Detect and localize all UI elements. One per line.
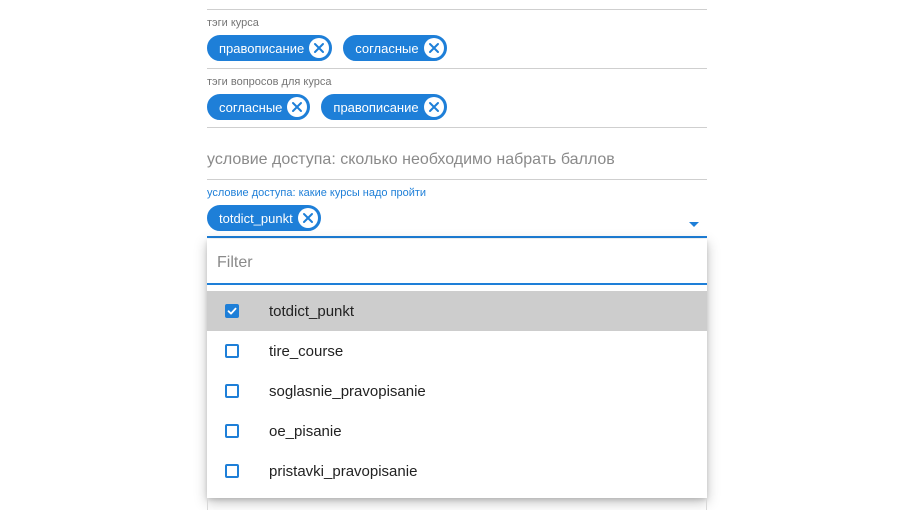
filter-input[interactable] [207,239,707,285]
chip-label: правописание [333,99,419,115]
remove-chip-icon[interactable] [423,38,444,58]
access-courses-underline [207,236,707,238]
checkbox-unchecked[interactable] [225,424,239,438]
option-label: soglasnie_pravopisanie [269,382,426,400]
option-label: oe_pisanie [269,422,342,440]
option-item[interactable]: soglasnie_pravopisanie [207,371,707,411]
remove-chip-icon[interactable] [309,38,330,58]
course-tags-chips: правописание согласные [207,35,447,61]
access-courses-chips[interactable]: totdict_punkt [207,205,321,231]
question-tags-chips: согласные правописание [207,94,447,120]
option-item[interactable]: oe_pisanie [207,411,707,451]
checkbox-unchecked[interactable] [225,384,239,398]
question-tags-divider [207,127,707,128]
below-left-edge [207,498,208,510]
checkbox-unchecked[interactable] [225,344,239,358]
chip-label: правописание [219,40,305,56]
chip-question-tag: согласные [207,94,311,120]
courses-dropdown: totdict_punkt tire_course soglasnie_prav… [207,239,707,498]
chip-label: согласные [219,99,283,115]
remove-chip-icon[interactable] [423,97,444,117]
access-points-input[interactable]: условие доступа: сколько необходимо набр… [207,151,615,169]
chip-label: согласные [355,40,419,56]
option-item[interactable]: totdict_punkt [207,291,707,331]
option-label: tire_course [269,342,344,360]
checkbox-unchecked[interactable] [225,464,239,478]
course-tags-divider [207,68,707,69]
chip-course-tag: согласные [343,35,447,61]
chip-question-tag: правописание [321,94,447,120]
checkbox-checked[interactable] [225,304,239,318]
arrow-drop-down-icon[interactable] [689,215,699,233]
option-label: pristavki_pravopisanie [269,462,418,480]
option-item[interactable]: pristavki_pravopisanie [207,451,707,491]
remove-chip-icon[interactable] [297,208,318,228]
course-tags-label: тэги курса [207,17,259,29]
question-tags-label: тэги вопросов для курса [207,76,332,88]
option-label: totdict_punkt [269,302,355,320]
chip-course-tag: правописание [207,35,333,61]
access-points-divider [207,179,707,180]
options-list: totdict_punkt tire_course soglasnie_prav… [207,291,707,491]
option-item[interactable]: tire_course [207,331,707,371]
chip-access-course: totdict_punkt [207,205,321,231]
access-courses-label: условие доступа: какие курсы надо пройти [207,187,427,199]
remove-chip-icon[interactable] [287,97,308,117]
chip-label: totdict_punkt [219,210,293,226]
top-divider [207,9,707,10]
below-right-edge [706,498,707,510]
